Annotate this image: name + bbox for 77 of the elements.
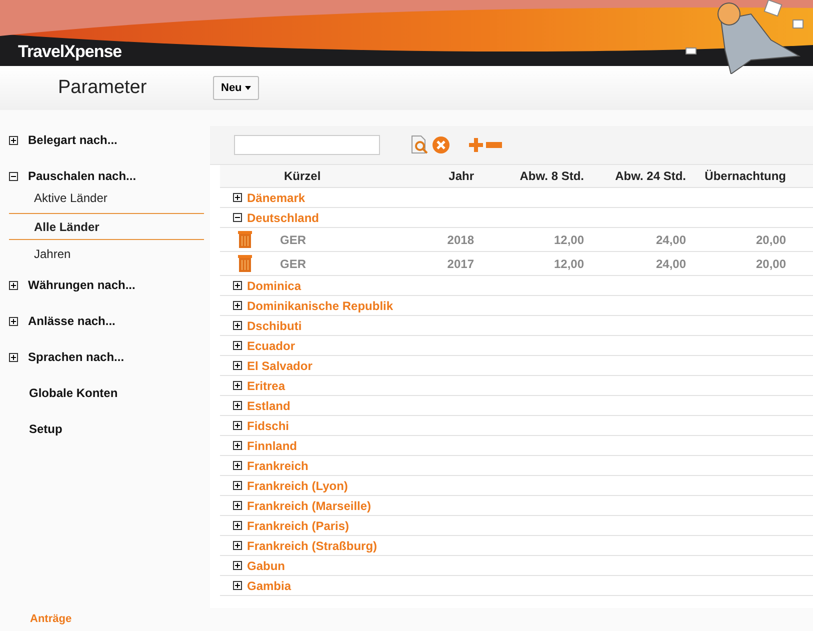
caret-icon	[244, 86, 251, 90]
country-group[interactable]: Eritrea	[247, 378, 286, 392]
expand-icon[interactable]	[233, 401, 242, 410]
country-group[interactable]: El Salvador	[247, 358, 312, 372]
sidebar-group[interactable]: Währungen nach...	[28, 278, 136, 292]
sidebar-item[interactable]: Jahren	[9, 240, 204, 269]
column-header: Kürzel	[283, 169, 322, 183]
expand-icon[interactable]	[233, 281, 242, 290]
country-group[interactable]: Deutschland	[247, 210, 320, 224]
table-cell-text: GER	[279, 256, 308, 270]
logo: TravelXpense	[18, 42, 122, 62]
expand-icon[interactable]	[233, 193, 242, 202]
column-header: Jahr	[448, 169, 474, 183]
sidebar-item[interactable]: Alle Länder	[9, 213, 204, 240]
expand-all-icon[interactable]	[468, 137, 484, 153]
trash-icon[interactable]	[238, 255, 252, 272]
expand-icon[interactable]	[9, 316, 18, 326]
expand-icon[interactable]	[9, 280, 18, 290]
table-cell-text: GER	[279, 232, 308, 246]
search-field[interactable]	[234, 135, 380, 155]
table-cell-text: 12,00	[552, 232, 584, 246]
expand-icon[interactable]	[233, 461, 242, 470]
country-group[interactable]: Frankreich (Lyon)	[247, 478, 348, 492]
search-document-icon[interactable]	[410, 135, 430, 155]
country-group[interactable]: Estland	[247, 398, 290, 412]
expand-icon[interactable]	[233, 381, 242, 390]
sidebar-item[interactable]: Aktive Länder	[9, 184, 204, 213]
sidebar-group[interactable]: Pauschalen nach...	[28, 169, 136, 183]
table-cell-text: 12,00	[552, 256, 584, 270]
column-header: Übernachtung	[704, 169, 786, 183]
collapse-icon[interactable]	[233, 213, 242, 222]
trash-icon[interactable]	[238, 231, 252, 248]
expand-icon[interactable]	[233, 521, 242, 530]
expand-icon[interactable]	[233, 321, 242, 330]
expand-icon[interactable]	[233, 341, 242, 350]
table-cell-text: 20,00	[754, 232, 786, 246]
sidebar-group[interactable]: Sprachen nach...	[28, 350, 124, 364]
country-group[interactable]: Gambia	[247, 578, 292, 592]
country-group[interactable]: Gabun	[247, 558, 285, 572]
country-group[interactable]: Dänemark	[247, 190, 306, 204]
clear-icon[interactable]	[432, 136, 450, 154]
column-header: Abw. 8 Std.	[518, 169, 584, 183]
expand-icon[interactable]	[233, 561, 242, 570]
sidebar-link[interactable]: Anträge	[30, 613, 210, 625]
country-group[interactable]: Fidschi	[247, 418, 290, 432]
country-group[interactable]: Dominikanische Republik	[247, 298, 394, 312]
sidebar-item[interactable]: Globale Konten	[29, 386, 118, 400]
expand-icon[interactable]	[9, 352, 18, 362]
country-group[interactable]: Frankreich	[247, 458, 308, 472]
sidebar-group[interactable]: Belegart nach...	[28, 133, 118, 147]
sidebar-group[interactable]: Anlässe nach...	[28, 314, 116, 328]
expand-icon[interactable]	[9, 136, 18, 144]
country-group[interactable]: Ecuador	[247, 338, 296, 352]
table-cell-text: 24,00	[654, 232, 686, 246]
country-group[interactable]: Dominica	[247, 278, 302, 292]
column-header: Abw. 24 Std.	[614, 169, 686, 183]
collapse-icon[interactable]	[9, 172, 18, 180]
expand-icon[interactable]	[233, 441, 242, 450]
page-title: Parameter	[58, 77, 148, 99]
country-group[interactable]: Dschibuti	[247, 318, 302, 332]
expand-icon[interactable]	[233, 581, 242, 590]
expand-icon[interactable]	[233, 421, 242, 430]
expand-icon[interactable]	[233, 301, 242, 310]
country-group[interactable]: Finnland	[247, 438, 297, 452]
table-cell-text: 20,00	[754, 256, 786, 270]
expand-icon[interactable]	[233, 361, 242, 370]
expand-icon[interactable]	[233, 541, 242, 550]
table-cell-text: 2018	[446, 232, 474, 246]
expand-icon[interactable]	[233, 481, 242, 490]
country-group[interactable]: Frankreich (Straßburg)	[247, 538, 378, 552]
table-cell-text: 2017	[446, 256, 474, 270]
country-group[interactable]: Frankreich (Paris)	[247, 518, 350, 532]
country-group[interactable]: Frankreich (Marseille)	[247, 498, 372, 512]
new-dropdown-button[interactable]: Neu	[213, 76, 259, 100]
table-cell-text: 24,00	[654, 256, 686, 270]
sidebar-item[interactable]: Setup	[29, 422, 62, 436]
expand-icon[interactable]	[233, 501, 242, 510]
